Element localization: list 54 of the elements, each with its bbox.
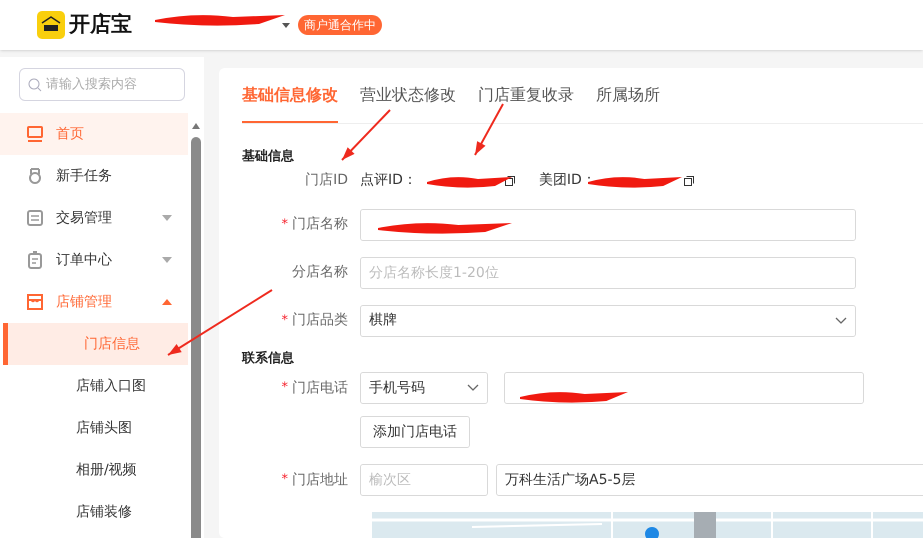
tab[interactable]: 营业状态修改 [360, 83, 456, 123]
logo-icon [37, 11, 65, 39]
address-field[interactable]: 万科生活广场A5-5层 [496, 464, 923, 496]
field-label: 门店名称 [292, 215, 348, 234]
select-field[interactable]: 手机号码 [360, 372, 488, 404]
copy-icon [504, 176, 515, 186]
tab[interactable]: 所属场所 [596, 83, 660, 123]
status-badge: 商户通合作中 [298, 15, 382, 35]
add-phone-button[interactable]: 添加门店电话 [360, 416, 470, 448]
section-title: 联系信息 [242, 350, 295, 368]
search-icon [28, 78, 42, 92]
caret-down-icon [162, 257, 172, 263]
nav-subitem[interactable]: 相册/视频 [0, 449, 188, 491]
required-asterisk: * [282, 216, 288, 234]
text-field[interactable] [360, 208, 856, 240]
nav-subitem[interactable]: 店铺装修 [0, 491, 188, 533]
text-field[interactable]: 分店名称长度1-20位 [360, 256, 856, 288]
field-label: 门店ID [305, 171, 348, 190]
field-label: 门店品类 [292, 311, 348, 330]
monitor-icon [26, 125, 44, 143]
field-label: 门店地址 [292, 470, 348, 490]
nav-subitem[interactable]: 店铺入口图 [0, 365, 188, 407]
chevron-down-icon [835, 316, 847, 324]
select-field[interactable]: 棋牌 [360, 304, 856, 336]
scrollbar-thumb[interactable] [191, 137, 201, 538]
field-label: 分店名称 [292, 263, 348, 282]
search-field[interactable]: 请输入搜索内容 [19, 68, 185, 101]
search-input[interactable]: 请输入搜索内容 [46, 74, 176, 94]
nav-subitem[interactable]: 店铺头图 [0, 407, 188, 449]
brand-name: 开店宝 [69, 11, 132, 38]
nav-item[interactable]: 新手任务 [0, 155, 188, 197]
medal-icon [26, 167, 44, 185]
chevron-down-icon [467, 384, 479, 392]
caret-up-icon [162, 299, 172, 305]
nav-item[interactable]: 交易管理 [0, 197, 188, 239]
store-icon [26, 293, 44, 311]
phone-field[interactable] [504, 372, 864, 404]
section-title: 基础信息 [242, 148, 295, 166]
district-field: 榆次区 [360, 464, 488, 496]
exchange-icon [26, 209, 44, 227]
copy-icon [684, 176, 694, 186]
required-asterisk: * [282, 471, 288, 490]
id-label: 点评ID： [360, 171, 417, 190]
arrow [341, 109, 391, 161]
clipboard-icon [26, 251, 44, 269]
field-label: 门店电话 [292, 378, 348, 398]
tab[interactable]: 门店重复收录 [478, 83, 574, 123]
nav-item[interactable]: 订单中心 [0, 239, 188, 281]
caret-down-icon [282, 22, 290, 28]
scroll-up-icon [192, 123, 200, 129]
caret-down-icon [162, 215, 172, 221]
required-asterisk: * [282, 379, 288, 398]
required-asterisk: * [282, 312, 288, 330]
arrow [474, 104, 504, 156]
